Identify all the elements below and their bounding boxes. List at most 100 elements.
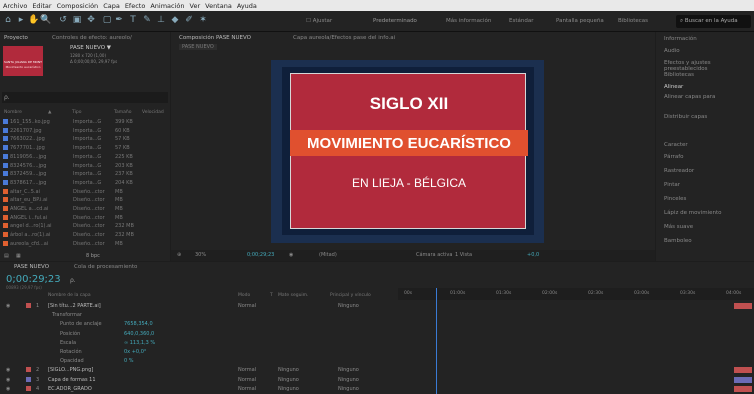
visibility-icon[interactable]: ◉ [6, 303, 10, 309]
magnifier-icon[interactable]: ⊕ [177, 252, 181, 258]
project-item[interactable]: ANGEL a...cd.ai Diseño...ctor MB [3, 206, 123, 214]
menu-ventana[interactable]: Ventana [205, 2, 232, 10]
tl-col-name[interactable]: Nombre de la capa [48, 293, 91, 298]
property-value[interactable]: 0 % [124, 358, 134, 364]
puppet-tool-icon[interactable]: ✶ [198, 15, 208, 25]
property-row[interactable]: Opacidad 0 % [0, 357, 754, 365]
property-row[interactable]: Escala ∞ 113,1,3 % [0, 339, 754, 347]
col-nombre[interactable]: Nombre [4, 110, 22, 115]
menu-ver[interactable]: Ver [190, 2, 201, 10]
tab-proyecto[interactable]: Proyecto [4, 35, 28, 41]
property-value[interactable]: 640,0,360,0 [124, 331, 154, 337]
layer-row[interactable]: ◉ 4 EC.ADOR_GRADO Normal Ninguno Ninguno [0, 385, 754, 393]
blend-mode-select[interactable]: Normal [238, 367, 256, 373]
timeline-search-icon[interactable]: ρ. [70, 277, 76, 284]
menu-editar[interactable]: Editar [32, 2, 51, 10]
tab-render-queue[interactable]: Cola de procesamiento [74, 264, 137, 270]
right-panel-item[interactable]: Rastreador [664, 168, 694, 174]
track-matte-select[interactable]: Ninguno [278, 377, 299, 383]
layer-duration-bar[interactable] [734, 376, 752, 383]
visibility-icon[interactable]: ◉ [6, 386, 10, 392]
comp-viewer[interactable]: SIGLO XII MOVIMIENTO EUCARÍSTICO EN LIEJ… [282, 67, 534, 235]
right-panel-item[interactable]: Información [664, 36, 697, 42]
tab-composicion[interactable]: Composición PASE NUEVO [179, 35, 251, 41]
layer-name[interactable]: [SIGLO...PNG.png] [48, 367, 93, 373]
right-panel-item[interactable]: Efectos y ajustes preestablecidos [664, 60, 754, 72]
label-color[interactable] [26, 376, 31, 382]
track-matte-select[interactable]: Ninguno [278, 386, 299, 392]
snap-checkbox[interactable]: ☐ Ajustar [306, 18, 332, 24]
col-sort[interactable]: ▲ [48, 110, 51, 115]
right-panel-item[interactable]: Pintar [664, 182, 680, 188]
type-tool-icon[interactable]: T [128, 15, 138, 25]
camera-select[interactable]: Cámara activa [416, 252, 452, 258]
layer-name[interactable]: [Sin títu...2 PARTE.ai] [48, 303, 101, 309]
right-panel-item[interactable]: Bibliotecas [664, 72, 694, 78]
hand-tool-icon[interactable]: ✋ [28, 15, 39, 25]
property-row[interactable]: Transformar [0, 311, 754, 319]
new-comp-icon[interactable]: ▦ [16, 253, 21, 259]
label-color[interactable] [26, 303, 31, 308]
right-panel-item[interactable]: Caracter [664, 142, 688, 148]
workspace-estandar[interactable]: Estándar [509, 18, 533, 24]
roto-brush-icon[interactable]: ✐ [184, 15, 194, 25]
project-item[interactable]: altar_C..5.ai Diseño...ctor MB [3, 188, 123, 197]
right-panel-item[interactable]: Más suave [664, 224, 693, 230]
layer-row[interactable]: ◉ 3 Capa de formas 11 Normal Ninguno Ninguno [0, 376, 754, 384]
menu-archivo[interactable]: Archivo [3, 2, 27, 10]
col-velocidad[interactable]: Velocidad [142, 110, 164, 115]
timeline-timecode[interactable]: 0;00:29;23 [6, 274, 61, 285]
property-row[interactable]: Posición 640,0,360,0 [0, 330, 754, 338]
col-tamano[interactable]: Tamaño [114, 110, 132, 115]
project-search[interactable]: ρ. [2, 92, 168, 103]
layer-duration-bar[interactable] [734, 303, 752, 309]
parent-select[interactable]: Ninguno [338, 303, 359, 309]
eraser-tool-icon[interactable]: ◆ [170, 15, 180, 25]
layer-name[interactable]: EC.ADOR_GRADO [48, 386, 92, 392]
shape-tool-icon[interactable]: ▢ [102, 15, 112, 25]
clone-tool-icon[interactable]: ⊥ [156, 15, 166, 25]
timecode-display[interactable]: 0;00;29;23 [247, 252, 274, 258]
home-icon[interactable]: ⌂ [3, 15, 13, 25]
property-row[interactable]: Rotación 0x +0,0° [0, 348, 754, 356]
quality-select[interactable]: (Mitad) [319, 252, 337, 258]
tl-col-mode[interactable]: Modo [238, 293, 250, 298]
tl-col-parent[interactable]: Principal y vínculo [330, 293, 371, 298]
workspace-mas-informacion[interactable]: Más información [446, 18, 491, 24]
workspace-pantalla-pequena[interactable]: Pantalla pequeña [556, 18, 604, 24]
zoom-select[interactable]: 30% [195, 252, 206, 258]
parent-select[interactable]: Ninguno [338, 386, 359, 392]
project-item[interactable]: 2261707.jpg Importa...G 60 KB [3, 127, 130, 136]
visibility-icon[interactable]: ◉ [6, 367, 10, 373]
menu-animacion[interactable]: Animación [150, 2, 184, 10]
menu-composicion[interactable]: Composición [57, 2, 99, 10]
blend-mode-select[interactable]: Normal [238, 386, 256, 392]
bpc-label[interactable]: 8 bpc [86, 253, 100, 259]
tl-col-track[interactable]: Mate seguim. [278, 293, 309, 298]
camera-tool-icon[interactable]: ▣ [72, 15, 82, 25]
selection-tool-icon[interactable]: ▸ [16, 15, 26, 25]
tab-controles-efecto[interactable]: Controles de efecto: aureolo/ [52, 35, 132, 41]
right-panel-item[interactable]: Audio [664, 48, 680, 54]
tab-timeline-comp[interactable]: PASE NUEVO [14, 264, 49, 270]
right-panel-item[interactable]: Párrafo [664, 154, 684, 160]
layer-row[interactable]: ◉ 1 [Sin títu...2 PARTE.ai] Normal Ninguno [0, 302, 754, 310]
visibility-icon[interactable]: ◉ [6, 377, 10, 383]
track-matte-select[interactable]: Ninguno [278, 367, 299, 373]
col-tipo[interactable]: Tipo [72, 110, 81, 115]
parent-select[interactable]: Ninguno [338, 367, 359, 373]
project-item[interactable]: 7663022...jpg Importa...G 57 KB [3, 136, 130, 144]
property-value[interactable]: ∞ 113,1,3 % [124, 340, 155, 346]
blend-mode-select[interactable]: Normal [238, 377, 256, 383]
help-search[interactable]: ⌕ Buscar en la Ayuda [676, 15, 751, 28]
right-panel-item[interactable]: Distribuir capas [664, 114, 707, 120]
right-panel-item[interactable]: Alinear [664, 84, 683, 90]
rotate-tool-icon[interactable]: ↺ [58, 15, 68, 25]
menu-ayuda[interactable]: Ayuda [237, 2, 257, 10]
layer-duration-bar[interactable] [734, 367, 752, 374]
right-panel-item[interactable]: Pinceles [664, 196, 686, 202]
tab-capa[interactable]: Capa aureola/Efectos pase del info.ai [293, 35, 395, 41]
pen-tool-icon[interactable]: ✒ [114, 15, 124, 25]
project-item[interactable]: 8324576....jpg Importa...G 203 KB [3, 162, 133, 171]
label-color[interactable] [26, 385, 31, 391]
